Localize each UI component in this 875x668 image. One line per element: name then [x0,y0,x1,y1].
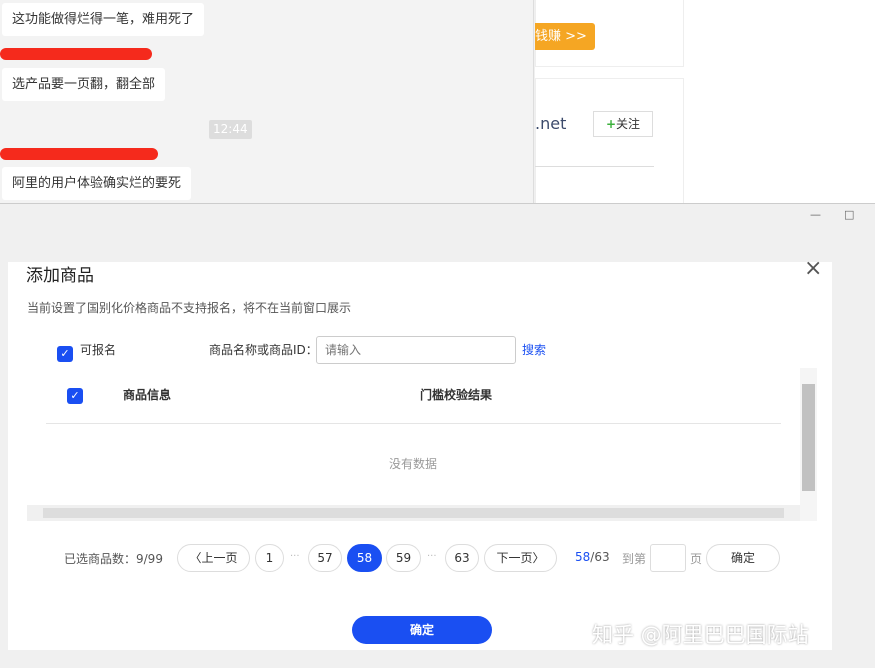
follow-button[interactable]: +关注 [593,111,653,137]
page-button[interactable]: 57 [308,544,342,572]
watermark: 知乎 @阿里巴巴国际站 [592,623,809,647]
page-button[interactable]: 1 [255,544,284,572]
plus-icon: + [605,117,617,131]
chat-message: 这功能做得烂得一笔，难用死了 [2,3,205,36]
current-page: 58 [575,550,591,564]
dialog-title: 添加商品 [26,266,94,286]
notice-text: 当前设置了国别化价格商品不支持报名，将不在当前窗口展示 [27,301,352,315]
page-button-current[interactable]: 58 [347,544,382,572]
chevron-right-icon: 〉 [532,551,545,565]
horizontal-scrollbar[interactable] [27,505,800,521]
goto-confirm-button[interactable]: 确定 [706,544,780,572]
redacted-name [0,148,158,160]
profile-card [535,78,684,208]
empty-text: 没有数据 [389,457,438,471]
promo-button[interactable]: 钱赚 >> [535,23,595,50]
prev-label: 上一页 [201,551,238,565]
minimize-icon[interactable]: — [810,208,821,221]
page-button[interactable]: 59 [386,544,421,572]
eligible-checkbox[interactable]: ✓ 可报名 [57,341,116,362]
maximize-icon[interactable]: □ [844,208,854,221]
search-label: 商品名称或商品ID： [209,343,318,357]
goto-page-input[interactable] [650,544,686,572]
vertical-scrollbar[interactable] [800,368,817,521]
ellipsis: ··· [290,551,300,562]
check-icon: ✓ [67,388,83,404]
column-header: 门槛校验结果 [420,388,493,402]
search-input[interactable] [316,336,516,364]
chat-message: 选产品要一页翻，翻全部 [2,68,166,101]
confirm-button[interactable]: 确定 [352,616,492,644]
next-page-button[interactable]: 下一页〉 [484,544,557,572]
domain-text: .net [535,114,567,133]
divider [46,423,781,424]
product-table: ✓ 商品信息 门槛校验结果 没有数据 [27,368,817,521]
page-indicator: 58/63 [575,550,610,564]
chat-message: 阿里的用户体验确实烂的要死 [2,167,192,200]
select-all-checkbox[interactable]: ✓ [67,388,83,404]
column-header: 商品信息 [123,388,172,402]
close-icon[interactable]: × [804,256,822,281]
goto-suffix: 页 [690,552,703,566]
prev-page-button[interactable]: 〈上一页 [177,544,250,572]
chat-panel: 这功能做得烂得一笔，难用死了 选产品要一页翻，翻全部 12:44 阿里的用户体验… [0,0,534,203]
page-button[interactable]: 63 [445,544,479,572]
checkbox-label: 可报名 [80,343,117,357]
follow-label: 关注 [616,117,641,131]
search-button[interactable]: 搜索 [522,341,546,358]
total-pages: /63 [590,550,610,564]
divider [535,166,654,167]
next-label: 下一页 [496,551,533,565]
redacted-name [0,48,152,60]
selected-count: 已选商品数：9/99 [64,552,163,566]
chevron-left-icon: 〈 [189,551,202,565]
check-icon: ✓ [57,346,73,362]
ellipsis: ··· [427,551,437,562]
chat-timestamp: 12:44 [209,120,252,139]
goto-label: 到第 [622,552,647,566]
